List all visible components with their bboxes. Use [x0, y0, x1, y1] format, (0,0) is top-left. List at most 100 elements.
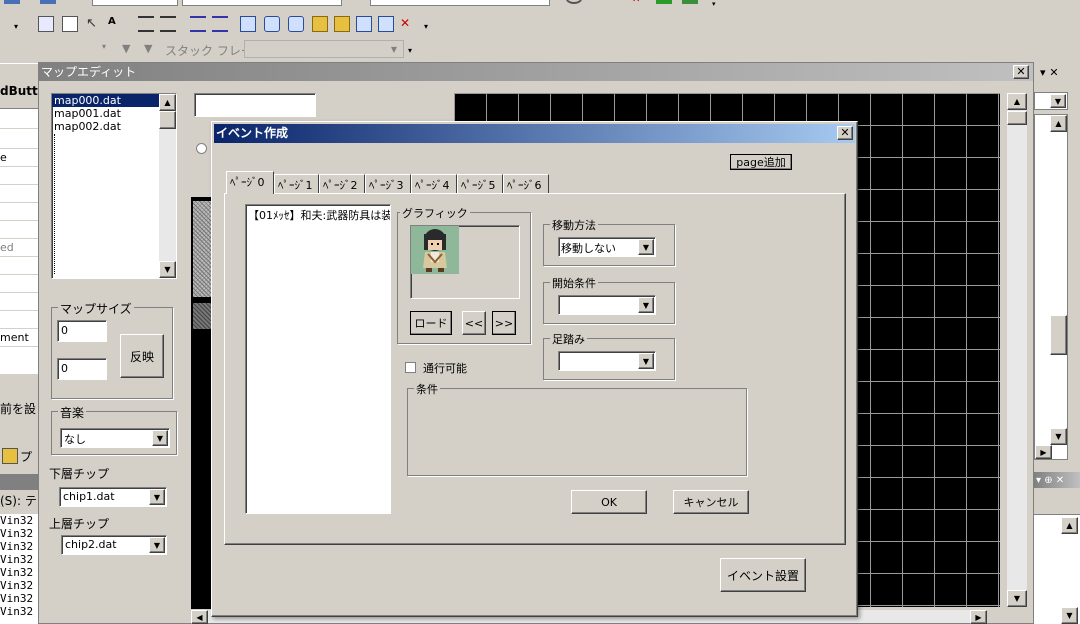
- refresh-green-icon[interactable]: [656, 0, 672, 4]
- map-editor-title: マップエディット: [41, 65, 137, 79]
- folder-prev-icon[interactable]: [334, 16, 350, 32]
- list-icon[interactable]: [38, 16, 54, 32]
- window-green-icon[interactable]: [682, 0, 698, 4]
- map-vscrollbar[interactable]: ▲ ▼: [1007, 93, 1027, 607]
- forward-icon[interactable]: [40, 0, 56, 4]
- toolbar-overflow-3[interactable]: ▾: [424, 22, 434, 36]
- add-page-button[interactable]: page追加: [730, 154, 792, 170]
- folder-bookmark-icon[interactable]: [312, 16, 328, 32]
- scroll-up-icon[interactable]: ▲: [1007, 93, 1027, 110]
- list-scrollbar[interactable]: ▲ ▼: [159, 94, 176, 278]
- tab-page-2[interactable]: ﾍﾟｰｼﾞ2: [319, 174, 365, 193]
- font-icon[interactable]: A: [108, 16, 124, 32]
- scroll-up-icon[interactable]: ▲: [1061, 517, 1078, 534]
- start-condition-select[interactable]: ▼: [558, 295, 656, 315]
- pointer-icon[interactable]: ↖: [86, 16, 102, 32]
- scroll-down-icon[interactable]: ▼: [1050, 428, 1067, 445]
- scroll-right-icon[interactable]: ▶: [1035, 445, 1052, 459]
- toolbar-overflow-4[interactable]: ▾: [408, 46, 418, 60]
- bookmark-forward-icon[interactable]: [378, 16, 394, 32]
- toolbar-overflow-1[interactable]: ▾: [712, 0, 721, 10]
- delete-red-icon[interactable]: ✕: [632, 0, 648, 5]
- load-graphic-button[interactable]: ロード: [410, 311, 452, 335]
- move-method-select[interactable]: 移動しない ▼: [558, 237, 656, 257]
- scroll-thumb[interactable]: [159, 111, 176, 129]
- map-file-item-selected[interactable]: map000.dat: [52, 94, 160, 107]
- outdent-icon[interactable]: [160, 16, 176, 32]
- filter-icon[interactable]: ▼: [122, 42, 136, 56]
- chevron-down-icon[interactable]: ▼: [638, 353, 654, 369]
- left-combo-arrow[interactable]: ▾: [102, 42, 116, 56]
- scroll-down-icon[interactable]: ▼: [1061, 607, 1078, 624]
- map-file-item[interactable]: map001.dat: [52, 107, 176, 120]
- toolbar-combo-1[interactable]: [92, 0, 178, 6]
- event-command-item[interactable]: 【01ﾒｯｾ】和夫:武器防具は装: [246, 205, 390, 223]
- map-file-list[interactable]: map000.dat map001.dat map002.dat ▲ ▼: [51, 93, 177, 279]
- music-select[interactable]: なし ▼: [60, 428, 170, 448]
- scroll-down-icon[interactable]: ▼: [1007, 590, 1027, 607]
- tab-page-5[interactable]: ﾍﾟｰｼﾞ5: [457, 174, 503, 193]
- right-top-combo[interactable]: ▼: [1034, 92, 1068, 110]
- map-editor-close-button[interactable]: ✕: [1013, 65, 1029, 79]
- chevron-down-icon[interactable]: ▼: [149, 537, 165, 553]
- bookmark-next-icon[interactable]: [288, 16, 304, 32]
- chevron-down-icon[interactable]: ▼: [1050, 94, 1066, 108]
- tile-search-input[interactable]: [194, 93, 316, 117]
- scroll-up-icon[interactable]: ▲: [1050, 115, 1067, 132]
- event-dialog-close-button[interactable]: ✕: [837, 126, 853, 140]
- left-partial-panel: dButto e ed ment 前を設 プ (S): テ Vin32 Vin3…: [0, 64, 46, 624]
- scroll-thumb[interactable]: [1007, 111, 1027, 125]
- step-select[interactable]: ▼: [558, 351, 656, 371]
- place-event-button[interactable]: イベント設置: [720, 558, 806, 592]
- comment-icon[interactable]: [190, 16, 206, 32]
- event-command-list[interactable]: 【01ﾒｯｾ】和夫:武器防具は装: [245, 204, 391, 514]
- toolbar-combo-3[interactable]: [370, 0, 550, 6]
- back-icon[interactable]: [4, 0, 20, 4]
- apply-size-button[interactable]: 反映: [120, 334, 164, 378]
- left-tool-icon[interactable]: [2, 448, 18, 464]
- bookmark-prev-icon[interactable]: [264, 16, 280, 32]
- upper-chip-select[interactable]: chip2.dat ▼: [61, 535, 167, 555]
- right-tiny-buttons[interactable]: ▾ ⊕ ✕: [1034, 475, 1064, 486]
- map-width-input[interactable]: 0: [57, 320, 107, 342]
- ok-button[interactable]: OK: [571, 490, 647, 514]
- radio-button[interactable]: [196, 143, 207, 154]
- chevron-down-icon[interactable]: ▼: [638, 297, 654, 313]
- indent-icon[interactable]: [138, 16, 154, 32]
- bookmark-icon[interactable]: [240, 16, 256, 32]
- scroll-left-icon[interactable]: ◀: [191, 610, 208, 624]
- stack-filter-icon[interactable]: ▼: [144, 42, 158, 56]
- clear-bookmarks-icon[interactable]: ✕: [400, 16, 416, 32]
- uncomment-icon[interactable]: [212, 16, 228, 32]
- stack-frame-combo[interactable]: ▼: [244, 40, 404, 58]
- next-graphic-button[interactable]: >>: [492, 311, 516, 335]
- toolbar-overflow-2[interactable]: ▾: [14, 22, 24, 36]
- chevron-down-icon[interactable]: ▼: [152, 430, 168, 446]
- cancel-button[interactable]: キャンセル: [673, 490, 749, 514]
- win32-item: Vin32: [0, 605, 34, 618]
- copy-icon[interactable]: [62, 16, 78, 32]
- passable-checkbox[interactable]: [405, 362, 416, 373]
- prev-graphic-button[interactable]: <<: [462, 311, 486, 335]
- tab-page-0[interactable]: ﾍﾟｰｼﾞ0: [226, 171, 274, 194]
- tab-page-6[interactable]: ﾍﾟｰｼﾞ6: [503, 174, 549, 193]
- scroll-thumb[interactable]: [1050, 315, 1067, 355]
- lower-chip-value: chip1.dat: [63, 490, 115, 503]
- scroll-up-icon[interactable]: ▲: [159, 94, 176, 111]
- palette-tile-noise: [193, 201, 211, 297]
- toolbar-combo-2[interactable]: [182, 0, 342, 6]
- chevron-down-icon[interactable]: ▼: [149, 489, 165, 505]
- search-icon[interactable]: [566, 0, 582, 4]
- folder-next-icon[interactable]: [356, 16, 372, 32]
- lower-chip-select[interactable]: chip1.dat ▼: [59, 487, 167, 507]
- map-file-item[interactable]: map002.dat: [52, 120, 176, 133]
- tab-page-4[interactable]: ﾍﾟｰｼﾞ4: [411, 174, 457, 193]
- tile-palette[interactable]: [191, 197, 213, 623]
- right-top-controls[interactable]: ▾ ✕: [1040, 66, 1059, 79]
- scroll-down-icon[interactable]: ▼: [159, 261, 176, 278]
- scroll-right-icon[interactable]: ▶: [970, 610, 987, 624]
- map-height-input[interactable]: 0: [57, 358, 107, 380]
- tab-page-1[interactable]: ﾍﾟｰｼﾞ1: [274, 174, 319, 193]
- tab-page-3[interactable]: ﾍﾟｰｼﾞ3: [365, 174, 411, 193]
- chevron-down-icon[interactable]: ▼: [638, 239, 654, 255]
